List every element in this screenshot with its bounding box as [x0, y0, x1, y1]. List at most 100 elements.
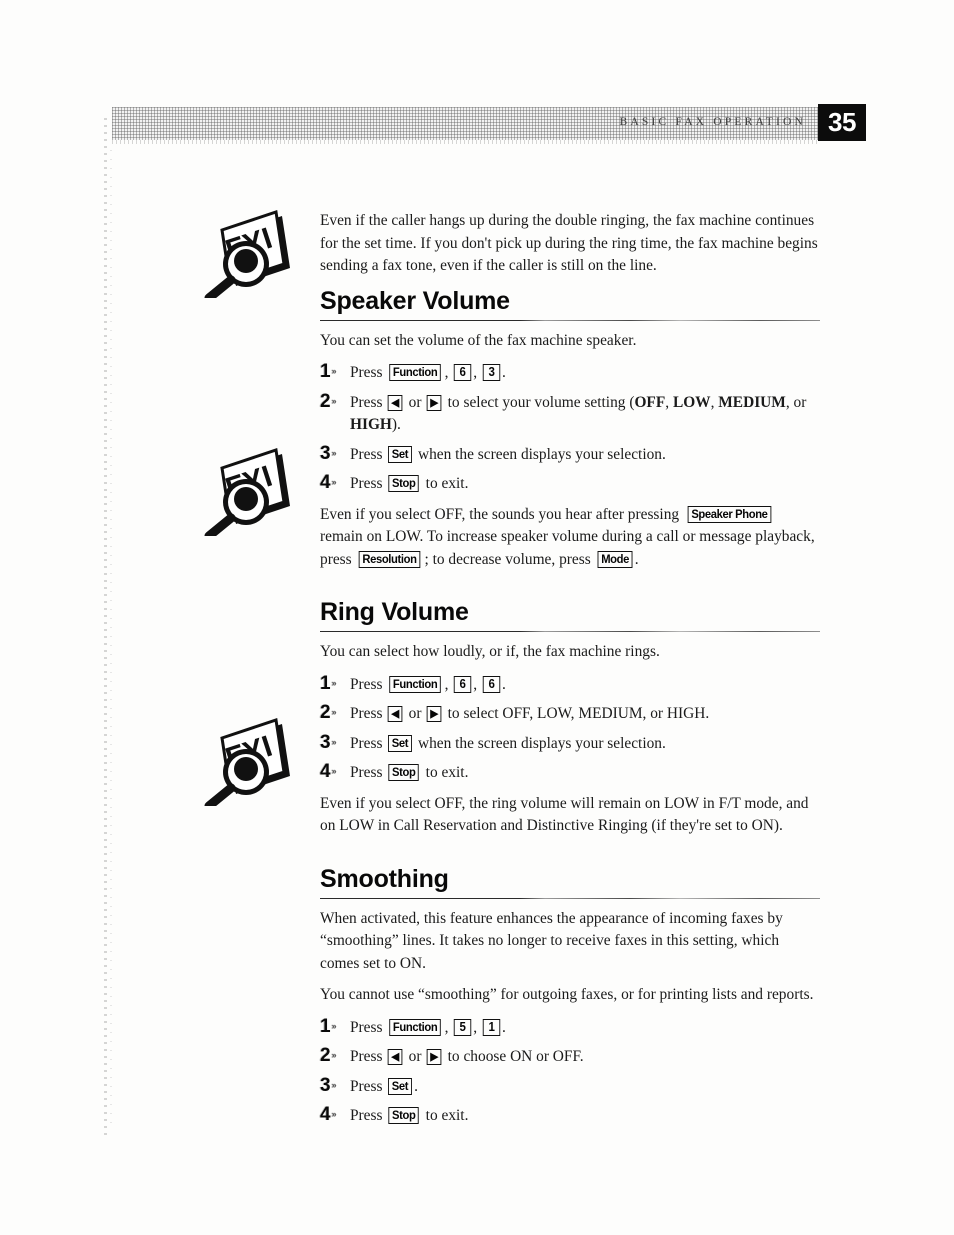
setting-value: MEDIUM — [718, 393, 786, 411]
text-run: . — [634, 550, 639, 568]
text-run: to exit. — [421, 475, 469, 492]
heading-rule — [320, 631, 820, 632]
procedure-step: 3Press Set when the screen displays your… — [320, 443, 822, 467]
setting-value: LOW — [672, 393, 711, 411]
running-header-band: BASIC FAX OPERATION — [112, 107, 818, 144]
key-stop: Stop — [388, 1107, 420, 1124]
procedure-step: 2Press ◀ or ▶ to choose ON or OFF. — [320, 1045, 822, 1069]
key-5: 5 — [454, 1018, 472, 1036]
text-run: or — [404, 1048, 426, 1065]
text-run: to select your volume setting ( — [443, 393, 635, 411]
text-run: ; to decrease volume, press — [424, 550, 595, 568]
text-run: to select OFF, LOW, MEDIUM, or HIGH. — [443, 705, 710, 722]
step-number: 2 — [320, 702, 336, 724]
section-heading: Smoothing — [320, 864, 449, 893]
procedure-step: 1Press Function, 5, 1. — [320, 1016, 822, 1040]
step-number: 4 — [320, 1104, 336, 1126]
step-text: Press Stop to exit. — [336, 1105, 468, 1128]
key-6: 6 — [482, 675, 501, 693]
fyi-magnifier-icon-1: FYI — [198, 206, 294, 298]
key-1: 1 — [482, 1018, 501, 1036]
text-run: Press — [350, 705, 387, 722]
text-run: , — [665, 393, 673, 411]
key-stop: Stop — [388, 475, 420, 492]
text-run: to exit. — [421, 764, 469, 781]
key-speaker-phone: Speaker Phone — [687, 505, 772, 523]
text-run: Press — [350, 475, 387, 492]
text-run: , or — [785, 393, 807, 411]
key-3: 3 — [482, 364, 501, 381]
key-resolution: Resolution — [359, 550, 421, 568]
fyi-magnifier-icon-3: FYI — [198, 714, 294, 806]
text-run: to exit. — [421, 1107, 469, 1124]
step-text: Press Stop to exit. — [336, 762, 468, 785]
text-run: Press — [350, 675, 387, 693]
key-right-arrow: ▶ — [427, 706, 443, 722]
text-run: . — [502, 675, 506, 693]
page-number-badge: 35 — [818, 104, 866, 141]
content-column: Even if the caller hangs up during the d… — [320, 210, 822, 1152]
step-number: 3 — [320, 1075, 336, 1097]
key-right-arrow: ▶ — [427, 1049, 443, 1065]
text-run: Press — [350, 364, 387, 381]
scan-artifact-left-secondary — [110, 150, 112, 1130]
section-ring-volume: Ring Volume You can select how loudly, or… — [320, 598, 822, 861]
step-number: 2 — [320, 1045, 336, 1067]
text-run: , — [444, 1018, 453, 1036]
section-intro-paragraph: You can select how loudly, or if, the fa… — [320, 643, 660, 660]
section-heading: Speaker Volume — [320, 286, 510, 315]
text-run: Press — [350, 734, 387, 752]
text-run: , — [473, 675, 481, 693]
step-number: 3 — [320, 732, 336, 754]
step-text: Press Function, 6, 6. — [336, 674, 506, 697]
text-run: , — [444, 364, 453, 381]
text-run: Press — [350, 1077, 387, 1095]
text-run: or — [404, 705, 426, 722]
step-text: Press ◀ or ▶ to choose ON or OFF. — [336, 1046, 584, 1069]
step-number: 3 — [320, 443, 336, 465]
procedure-step: 4Press Stop to exit. — [320, 761, 822, 785]
text-run: when the screen displays your selection. — [414, 734, 666, 752]
section-speaker-volume: Speaker Volume You can set the volume of … — [320, 287, 822, 595]
text-run: Press — [350, 764, 387, 781]
step-text: Press Function, 5, 1. — [336, 1017, 506, 1040]
section-note-paragraph: Even if you select OFF, the ring volume … — [320, 793, 822, 838]
procedure-step: 4 Press Stop to exit. — [320, 472, 822, 496]
step-text: Press Set when the screen displays your … — [336, 733, 666, 756]
key-left-arrow: ◀ — [388, 1049, 404, 1065]
text-run: , — [473, 364, 481, 381]
key-right-arrow: ▶ — [427, 394, 443, 411]
section-smoothing: Smoothing When activated, this feature en… — [320, 865, 822, 1148]
key-mode: Mode — [597, 550, 633, 568]
step-number: 2 — [320, 391, 336, 413]
text-run: . — [502, 364, 506, 381]
procedure-step: 4Press Stop to exit. — [320, 1104, 822, 1128]
heading-rule — [320, 897, 820, 899]
section-note-paragraph: Even if you select OFF, the sounds you h… — [320, 504, 822, 572]
procedure-step: 3Press Set when the screen displays your… — [320, 732, 822, 756]
heading-rule — [320, 319, 820, 321]
text-run: Press — [350, 1048, 387, 1065]
scan-artifact-left — [104, 118, 107, 1138]
running-header-title: BASIC FAX OPERATION — [619, 116, 806, 128]
text-run: Press — [350, 393, 387, 411]
text-run: Press — [350, 1107, 387, 1124]
section-intro-paragraph: You can set the volume of the fax machin… — [320, 331, 637, 349]
step-text: Press Function, 6, 3. — [336, 362, 506, 385]
text-run: ). — [391, 416, 401, 433]
text-run: , — [473, 1018, 481, 1036]
key-function: Function — [389, 675, 442, 693]
step-number: 1 — [320, 673, 336, 695]
text-run: . — [502, 1018, 506, 1036]
text-run: Even if you select OFF, the sounds you h… — [320, 505, 683, 523]
sections-container: Speaker Volume You can set the volume of … — [320, 287, 822, 1148]
key-left-arrow: ◀ — [388, 394, 404, 411]
step-number: 4 — [320, 472, 336, 494]
text-run: . — [414, 1077, 418, 1095]
key-set: Set — [388, 734, 413, 752]
procedure-step: 2Press ◀ or ▶ to select OFF, LOW, MEDIUM… — [320, 702, 822, 726]
key-6: 6 — [454, 364, 472, 381]
key-function: Function — [389, 1018, 442, 1036]
text-run: to choose ON or OFF. — [443, 1048, 584, 1065]
